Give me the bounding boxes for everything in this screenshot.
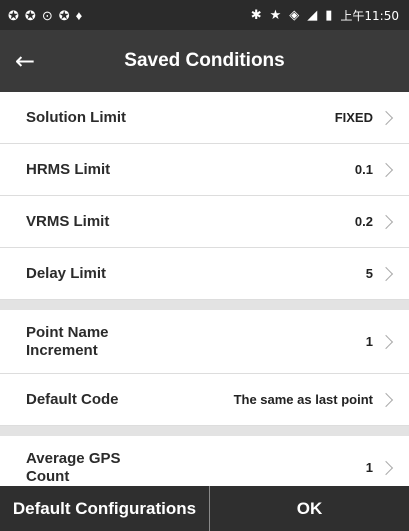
notification-icon: ✪ <box>24 7 36 23</box>
chevron-right-icon <box>378 392 394 407</box>
sync-icon: ⊙ <box>41 7 53 23</box>
chevron-right-icon <box>378 266 394 281</box>
section-divider <box>0 300 409 310</box>
signal-icon: ◢ <box>307 7 318 22</box>
row-label: HRMS Limit <box>26 160 111 178</box>
row-solution-limit[interactable]: Solution Limit FIXED <box>0 92 409 144</box>
row-value: 1 <box>365 460 373 475</box>
bottom-action-bar: Default Configurations OK <box>0 486 409 531</box>
row-value: 0.1 <box>354 162 373 177</box>
page-title: Saved Conditions <box>124 50 285 71</box>
default-configurations-button[interactable]: Default Configurations <box>0 486 210 531</box>
chevron-right-icon <box>378 334 394 349</box>
row-delay-limit[interactable]: Delay Limit 5 <box>0 248 409 300</box>
row-value: 5 <box>365 266 373 281</box>
status-bar: ✪ ✪ ⊙ ✪ ♦ ✱ ★ ◈ ◢ ▮ 上午11:50 <box>0 0 409 30</box>
row-vrms-limit[interactable]: VRMS Limit 0.2 <box>0 196 409 248</box>
row-point-name-increment[interactable]: Point Name Increment 1 <box>0 310 409 374</box>
row-label: Solution Limit <box>26 108 126 126</box>
settings-list: Solution Limit FIXED HRMS Limit 0.1 VRMS… <box>0 92 409 500</box>
notification-icon: ✪ <box>8 7 19 23</box>
battery-icon: ▮ <box>325 7 333 22</box>
ok-button[interactable]: OK <box>210 486 409 531</box>
wifi-icon: ◈ <box>289 7 300 22</box>
row-label: Point Name Increment <box>26 323 109 359</box>
chevron-right-icon <box>378 110 394 125</box>
row-value: 0.2 <box>354 214 373 229</box>
row-value: FIXED <box>334 110 373 125</box>
row-label: VRMS Limit <box>26 212 110 230</box>
back-arrow-icon[interactable]: ← <box>0 30 50 92</box>
chevron-right-icon <box>378 460 394 475</box>
notification-icon: ✪ <box>58 7 70 23</box>
star-icon: ★ <box>269 7 282 22</box>
row-label: Delay Limit <box>26 264 107 282</box>
bluetooth-icon: ✱ <box>250 7 262 22</box>
status-right-icons: ✱ ★ ◈ ◢ ▮ 上午11:50 <box>251 7 399 24</box>
status-time: 上午11:50 <box>340 8 399 23</box>
row-value: The same as last point <box>233 392 373 407</box>
row-hrms-limit[interactable]: HRMS Limit 0.1 <box>0 144 409 196</box>
location-pin-icon: ♦ <box>75 7 83 23</box>
row-value: 1 <box>365 334 373 349</box>
row-label: Average GPS Count <box>26 449 121 485</box>
row-default-code[interactable]: Default Code The same as last point <box>0 374 409 426</box>
chevron-right-icon <box>378 214 394 229</box>
section-divider <box>0 426 409 436</box>
row-label: Default Code <box>26 390 119 408</box>
status-left-icons: ✪ ✪ ⊙ ✪ ♦ <box>8 9 82 22</box>
app-bar: ← Saved Conditions <box>0 30 409 92</box>
chevron-right-icon <box>378 162 394 177</box>
